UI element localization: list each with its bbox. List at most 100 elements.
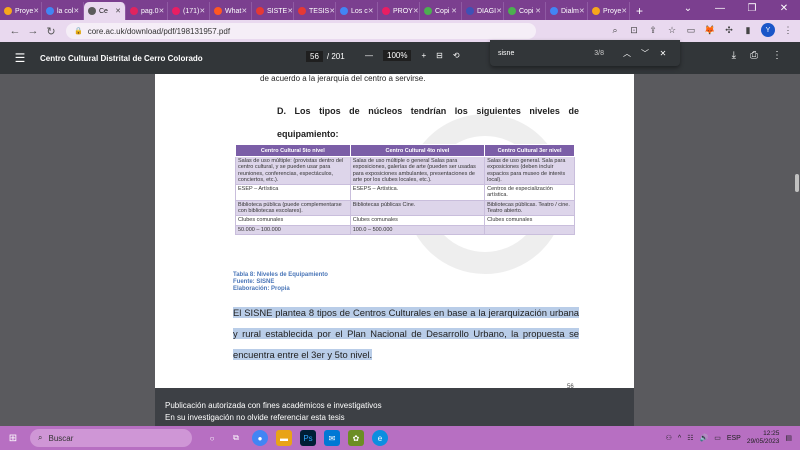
share-icon[interactable]: ⇪ — [647, 25, 659, 36]
pdf-viewer[interactable]: de acuerdo a la jerarquía del centro a s… — [0, 74, 800, 426]
new-tab-button[interactable]: + — [630, 2, 649, 20]
browser-tab[interactable]: la col ✕ — [42, 2, 84, 20]
tab-close-icon[interactable]: ✕ — [496, 7, 502, 15]
tab-close-icon[interactable]: ✕ — [329, 7, 335, 15]
browser-tab[interactable]: Copi ✕ — [504, 2, 546, 20]
browser-tab[interactable]: Copi ✕ — [420, 2, 462, 20]
tab-close-icon[interactable]: ✕ — [115, 7, 121, 15]
browser-tab[interactable]: SISTE ✕ — [252, 2, 294, 20]
tab-close-icon[interactable]: ✕ — [241, 7, 247, 15]
find-next-icon[interactable]: ﹀ — [636, 48, 654, 59]
extension-fox-icon[interactable]: 🦊 — [704, 25, 716, 36]
menu-icon[interactable]: ☰ — [0, 51, 40, 65]
tab-close-icon[interactable]: ✕ — [368, 7, 374, 15]
tab-search-icon[interactable]: ⌄ — [672, 0, 704, 20]
find-input[interactable]: sisne — [498, 50, 594, 57]
tray-chevron-icon[interactable]: ^ — [678, 435, 681, 442]
table-cell: Centros de especialización artística. — [484, 184, 575, 201]
clock[interactable]: 12:25 29/05/2023 — [747, 430, 780, 446]
tab-label: Ce — [99, 7, 108, 15]
mail-icon[interactable]: ✉ — [324, 430, 340, 446]
puzzle-icon[interactable]: ✣ — [723, 25, 735, 36]
table-row: 50.000 – 100.000 100.0 – 500.000 — [235, 224, 575, 235]
browser-tab[interactable]: PROY ✕ — [378, 2, 420, 20]
url-field[interactable]: 🔒 core.ac.uk/download/pdf/198131957.pdf — [66, 23, 536, 39]
table-cell: 50.000 – 100.000 — [235, 224, 351, 235]
browser-tab[interactable]: Los c ✕ — [336, 2, 378, 20]
cortana-icon[interactable]: ○ — [204, 430, 220, 446]
tab-close-icon[interactable]: ✕ — [579, 7, 585, 15]
zoom-out-button[interactable]: — — [365, 51, 373, 60]
find-close-icon[interactable]: ✕ — [654, 49, 672, 58]
browser-tab[interactable]: Proye ✕ — [588, 2, 630, 20]
restore-icon[interactable]: ❐ — [736, 0, 768, 20]
zoom-in-button[interactable]: + — [421, 51, 426, 60]
tab-close-icon[interactable]: ✕ — [451, 7, 457, 15]
file-explorer-icon[interactable]: ▬ — [276, 430, 292, 446]
scrollbar-thumb[interactable] — [795, 174, 799, 192]
scrollbar[interactable] — [792, 74, 800, 426]
tab-close-icon[interactable]: ✕ — [535, 7, 541, 15]
tab-label: pag.0 — [141, 7, 159, 15]
print-icon[interactable]: ⎙ — [750, 50, 758, 61]
body-paragraph: El SISNE plantea 8 tipos de Centros Cult… — [233, 302, 579, 365]
back-icon[interactable]: ← — [6, 25, 24, 37]
translate-icon[interactable]: ⊡ — [628, 25, 640, 36]
chrome-icon[interactable]: ● — [252, 430, 268, 446]
photoshop-icon[interactable]: Ps — [300, 430, 316, 446]
download-icon[interactable]: ⤓ — [732, 50, 736, 61]
window-icon[interactable]: ▭ — [685, 25, 697, 36]
fit-page-icon[interactable]: ⊟ — [436, 51, 443, 60]
table-cell: Salas de uso múltiple: (provistas dentro… — [235, 155, 351, 186]
windows-start-icon[interactable]: ⊞ — [0, 433, 26, 444]
browser-tab[interactable]: What ✕ — [210, 2, 252, 20]
browser-tab[interactable]: DIAGI ✕ — [462, 2, 504, 20]
browser-tab[interactable]: (171) ✕ — [168, 2, 210, 20]
minimize-icon[interactable]: — — [704, 0, 736, 20]
tab-close-icon[interactable]: ✕ — [199, 7, 205, 15]
zoom-icon[interactable]: ⌕ — [609, 25, 621, 36]
tab-close-icon[interactable]: ✕ — [287, 7, 293, 15]
table-cell: ESEP – Artística — [235, 184, 351, 201]
forward-icon[interactable]: → — [24, 25, 42, 37]
volume-icon[interactable]: 🔊 — [699, 434, 708, 442]
tab-close-icon[interactable]: ✕ — [621, 7, 627, 15]
tab-close-icon[interactable]: ✕ — [73, 7, 79, 15]
pdf-page: de acuerdo a la jerarquía del centro a s… — [155, 74, 634, 426]
table-cell: Bibliotecas públicas Cine. — [349, 199, 486, 217]
language-indicator[interactable]: ESP — [727, 435, 741, 442]
page-input[interactable]: 56 — [306, 51, 323, 62]
sidepanel-icon[interactable]: ▮ — [742, 25, 754, 36]
notification-icon[interactable]: ▤ — [785, 434, 792, 442]
tab-close-icon[interactable]: ✕ — [33, 7, 39, 15]
table-cell: Clubes comunales — [484, 215, 575, 226]
avatar[interactable]: Y — [761, 23, 775, 37]
tab-favicon-icon — [256, 7, 264, 15]
tab-close-icon[interactable]: ✕ — [413, 7, 419, 15]
table-cell: Salas de uso general. Sala para exposici… — [484, 155, 575, 186]
tab-label: What — [225, 7, 242, 15]
bookmark-star-icon[interactable]: ☆ — [666, 25, 678, 36]
tab-close-icon[interactable]: ✕ — [159, 7, 165, 15]
more-options-icon[interactable]: ⋮ — [772, 50, 782, 61]
taskbar-search[interactable]: ⌕ Buscar — [30, 429, 192, 447]
browser-tab[interactable]: Ce ✕ — [84, 2, 126, 20]
network-icon[interactable]: ☷ — [687, 434, 693, 442]
banner-line-1: Publicación autorizada con fines académi… — [165, 401, 382, 410]
browser-tab[interactable]: Proye ✕ — [0, 2, 42, 20]
reload-icon[interactable]: ↻ — [42, 25, 60, 38]
rotate-icon[interactable]: ⟲ — [453, 51, 460, 60]
browser-tab[interactable]: pag.0 ✕ — [126, 2, 168, 20]
browser-tab[interactable]: TESIS ✕ — [294, 2, 336, 20]
caption-author: Elaboración: Propia — [233, 286, 290, 292]
zoom-level[interactable]: 100% — [383, 50, 412, 61]
app-icon[interactable]: ✿ — [348, 430, 364, 446]
battery-icon[interactable]: ▭ — [714, 434, 721, 442]
people-icon[interactable]: ⚇ — [666, 434, 672, 442]
task-view-icon[interactable]: ⧉ — [228, 430, 244, 446]
more-menu-icon[interactable]: ⋮ — [782, 25, 794, 36]
close-window-icon[interactable]: ✕ — [768, 0, 800, 20]
edge-icon[interactable]: e — [372, 430, 388, 446]
find-prev-icon[interactable]: ︿ — [618, 48, 636, 59]
browser-tab[interactable]: Dialm ✕ — [546, 2, 588, 20]
